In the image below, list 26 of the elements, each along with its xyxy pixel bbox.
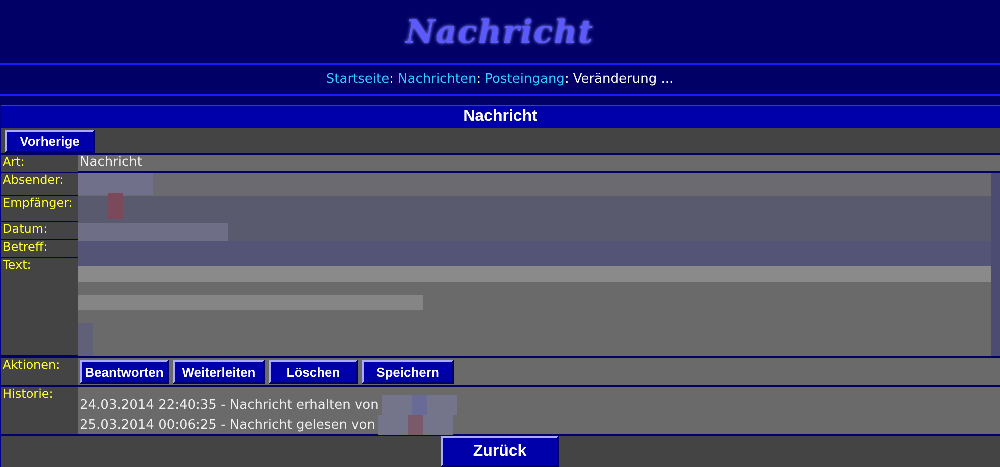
field-label: Art: (1, 155, 78, 173)
history-entry: 24.03.2014 22:40:35 - Nachricht erhalten von (80, 398, 379, 412)
breadcrumb-separator: : (476, 72, 482, 87)
field-label: Datum: (1, 222, 78, 240)
breadcrumb-link[interactable]: Posteingang (485, 72, 565, 87)
back-button[interactable]: Zurück (441, 436, 559, 467)
action-button[interactable]: Löschen (269, 360, 358, 384)
action-button[interactable]: Speichern (362, 360, 454, 384)
field-label: Betreff: (1, 240, 78, 258)
breadcrumb-link[interactable]: Startseite (326, 72, 390, 87)
panel-title: Nachricht (1, 105, 1000, 128)
field-label: Absender: (1, 173, 78, 196)
breadcrumb-separator: : (564, 72, 570, 87)
field-label: Historie: (1, 387, 78, 434)
action-button[interactable]: Weiterleiten (173, 360, 265, 384)
breadcrumb-current: Veränderung ... (573, 72, 674, 87)
field-label: Text: (1, 258, 78, 356)
field-value: Nachricht (78, 155, 1000, 173)
previous-button[interactable]: Vorherige (5, 130, 95, 153)
field-label: Empfänger: (1, 196, 78, 222)
field-label: Aktionen: (1, 358, 78, 385)
action-button[interactable]: Beantworten (80, 360, 169, 384)
breadcrumb-link[interactable]: Nachrichten (398, 72, 477, 87)
breadcrumb-separator: : (390, 72, 394, 87)
history-entry: 25.03.2014 00:06:25 - Nachricht gelesen von (80, 418, 376, 432)
site-title: Nachricht (406, 12, 594, 50)
